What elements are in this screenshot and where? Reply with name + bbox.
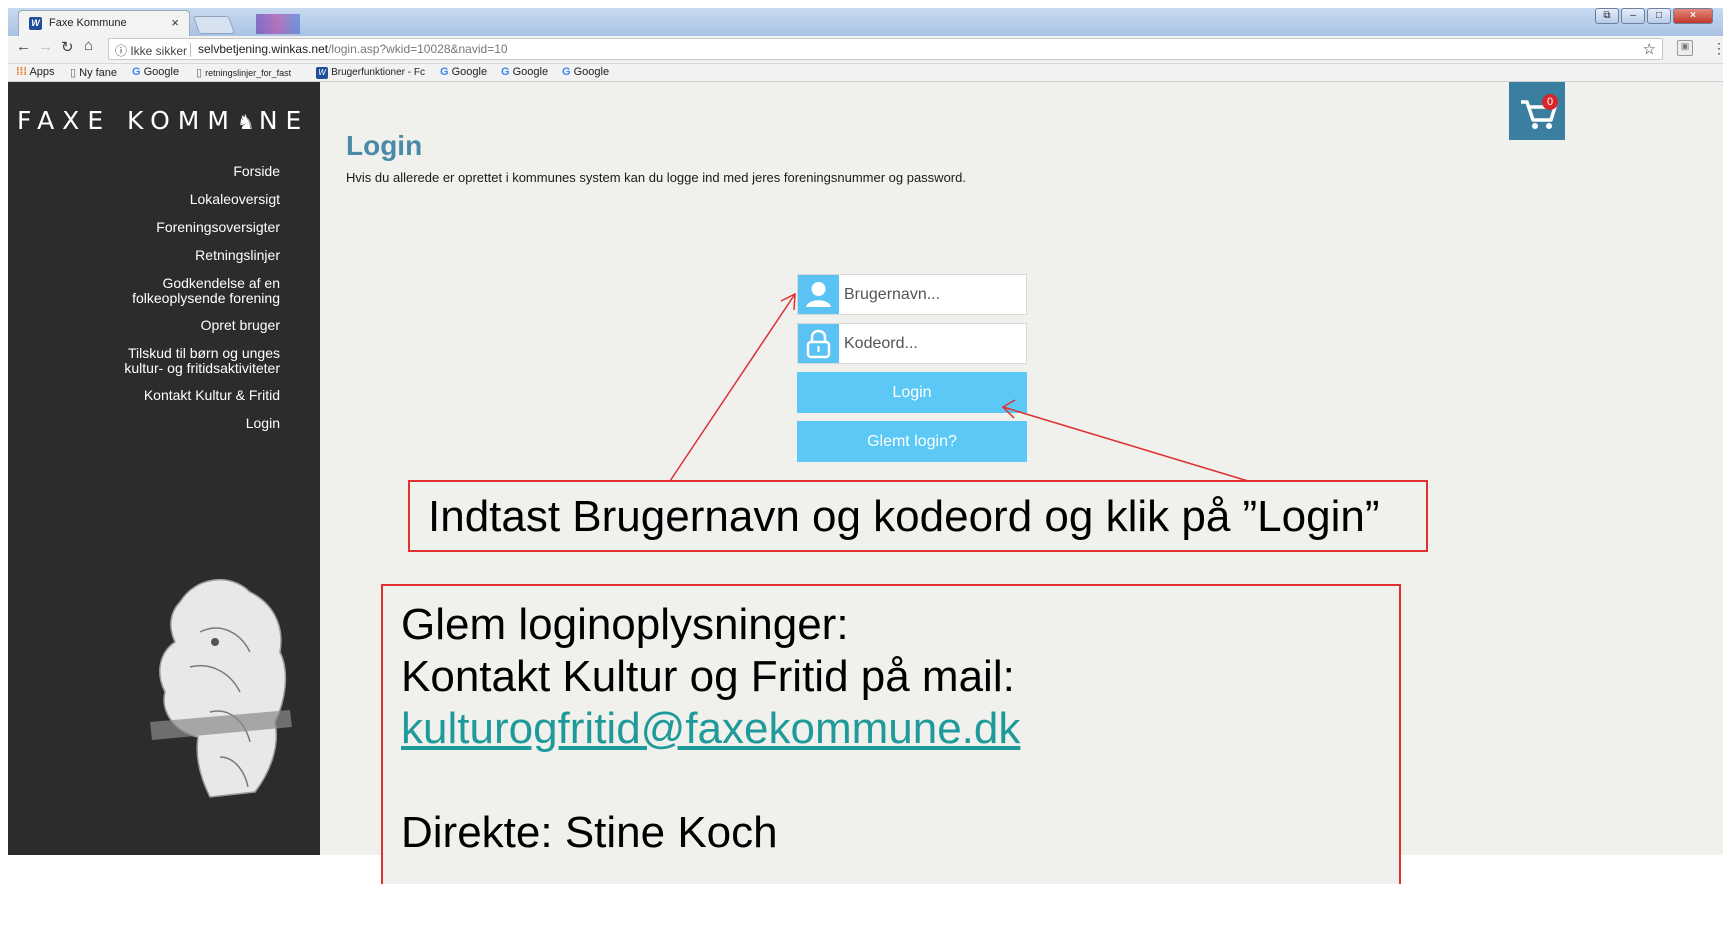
bookmark-apps[interactable]: ⁞⁞⁞ Apps — [16, 66, 55, 78]
sidebar-item-tilskud[interactable]: Tilskud til børn og unges kultur- og fri… — [124, 346, 280, 376]
address-bar[interactable]: ⓘ Ikke sikker selvbetjening.winkas.net/l… — [108, 38, 1663, 60]
maximize-icon[interactable]: □ — [1647, 8, 1671, 24]
page-icon: ▯ — [196, 67, 203, 79]
bookmark-brugerfunktioner[interactable]: W Brugerfunktioner - Fc — [316, 66, 425, 79]
google-icon: G — [562, 66, 571, 78]
forgot-heading: Glem loginoplysninger: — [401, 600, 849, 649]
bookmark-label: Apps — [29, 66, 55, 78]
bookmark-google[interactable]: G Google — [501, 66, 548, 78]
address-divider — [190, 43, 191, 57]
password-input[interactable] — [844, 332, 1020, 356]
direct-contact-text: Direkte: Stine Koch — [401, 808, 778, 857]
nav-label-line2: kultur- og fritidsaktiviteter — [124, 360, 280, 376]
sidebar-item-godkendelse[interactable]: Godkendelse af en folkeoplysende forenin… — [132, 276, 280, 306]
forgot-login-button[interactable]: Glemt login? — [797, 421, 1027, 462]
apps-grid-icon: ⁞⁞⁞ — [16, 66, 27, 78]
crest-mini-icon: ♞ — [236, 110, 259, 134]
password-field[interactable] — [797, 323, 1027, 364]
bookmark-label: Google — [143, 66, 180, 78]
crest-emblem-icon — [150, 578, 292, 798]
page-icon: ▯ — [70, 67, 77, 79]
username-input[interactable] — [844, 283, 1020, 307]
sidebar-item-opret-bruger[interactable]: Opret bruger — [201, 318, 280, 333]
bookmark-label: retningslinjer_for_fast — [205, 68, 292, 78]
tab-title: Faxe Kommune — [49, 17, 127, 29]
logo-text-end: NE — [258, 106, 310, 135]
nav-label-line1: Tilskud til børn og unges — [128, 345, 280, 361]
google-icon: G — [440, 66, 449, 78]
logo-text: FAXE KOMM — [17, 106, 237, 135]
bookmark-google[interactable]: G Google — [440, 66, 487, 78]
login-button[interactable]: Login — [797, 372, 1027, 413]
nav-label-line2: folkeoplysende forening — [132, 290, 280, 306]
browser-tab[interactable]: W Faxe Kommune × — [18, 10, 190, 36]
bookmark-retningslinjer[interactable]: ▯ retningslinjer_for_fast — [196, 66, 291, 79]
cart-button[interactable] — [1509, 82, 1565, 140]
google-icon: G — [132, 66, 141, 78]
url-host: selvbetjening.winkas.net — [198, 42, 329, 56]
site-logo[interactable]: FAXE KOMM♞NE — [17, 106, 309, 135]
home-icon[interactable]: ⌂ — [84, 37, 93, 54]
sidebar-item-login[interactable]: Login — [246, 416, 280, 431]
google-icon: G — [501, 66, 510, 78]
bookmark-google[interactable]: G Google — [132, 66, 179, 78]
page-title: Login — [346, 130, 423, 161]
bookmark-label: Google — [451, 66, 488, 78]
sidebar-item-forside[interactable]: Forside — [233, 164, 280, 179]
instruction-callout: Indtast Brugernavn og kodeord og klik på… — [408, 480, 1428, 552]
sidebar-item-lokaleoversigt[interactable]: Lokaleoversigt — [190, 192, 280, 207]
minimize-icon[interactable]: – — [1621, 8, 1645, 24]
bookmark-label: Google — [512, 66, 549, 78]
bookmark-label: Brugerfunktioner - Fc — [331, 67, 425, 78]
url-path: /login.asp?wkid=10028&navid=10 — [328, 42, 508, 56]
window-controls: ⧉ – □ × — [1595, 8, 1713, 24]
extension-icon[interactable]: ▣ — [1677, 40, 1693, 56]
tab-close-icon[interactable]: × — [171, 15, 179, 30]
contact-text: Kontakt Kultur og Fritid på mail: — [401, 652, 1015, 701]
cart-count-badge: 0 — [1542, 94, 1558, 110]
contact-email-link[interactable]: kulturogfritid@faxekommune.dk — [401, 704, 1020, 754]
sidebar-item-foreningsoversigter[interactable]: Foreningsoversigter — [156, 220, 280, 235]
lock-icon — [798, 324, 839, 363]
bookmark-google[interactable]: G Google — [562, 66, 609, 78]
sidebar-item-kontakt[interactable]: Kontakt Kultur & Fritid — [144, 388, 280, 403]
username-field[interactable] — [797, 274, 1027, 315]
login-intro-text: Hvis du allerede er oprettet i kommunes … — [346, 170, 966, 185]
new-tab-button[interactable] — [192, 16, 236, 34]
url-text[interactable]: selvbetjening.winkas.net/login.asp?wkid=… — [198, 42, 508, 56]
shopping-cart-icon — [1521, 100, 1557, 129]
bookmark-ny-fane[interactable]: ▯ Ny fane — [70, 66, 117, 79]
winkas-favicon-icon: W — [29, 17, 42, 30]
browser-menu-icon[interactable]: ⋮ — [1712, 40, 1723, 57]
winkas-icon: W — [316, 67, 328, 79]
bookmark-star-icon[interactable]: ☆ — [1643, 40, 1656, 58]
forward-arrow-icon[interactable]: → — [38, 38, 53, 55]
reload-icon[interactable]: ↻ — [61, 38, 74, 56]
back-arrow-icon[interactable]: ← — [16, 38, 31, 55]
screenshot-frame: W Faxe Kommune × ⧉ – □ × ← → ↻ ⌂ ⓘ Ikke … — [0, 0, 1723, 940]
restore-icon[interactable]: ⧉ — [1595, 8, 1619, 24]
sidebar-item-retningslinjer[interactable]: Retningslinjer — [195, 248, 280, 263]
bookmark-label: Ny fane — [79, 67, 118, 79]
instruction-text: Indtast Brugernavn og kodeord og klik på… — [428, 492, 1380, 541]
bookmark-label: Google — [573, 66, 610, 78]
not-secure-label[interactable]: ⓘ Ikke sikker — [115, 42, 187, 59]
window-thumbnail — [256, 14, 300, 34]
nav-label-line1: Godkendelse af en — [162, 275, 280, 291]
close-window-icon[interactable]: × — [1673, 8, 1713, 24]
forgot-info-callout: Glem loginoplysninger: Kontakt Kultur og… — [381, 584, 1401, 884]
user-icon — [798, 275, 839, 314]
